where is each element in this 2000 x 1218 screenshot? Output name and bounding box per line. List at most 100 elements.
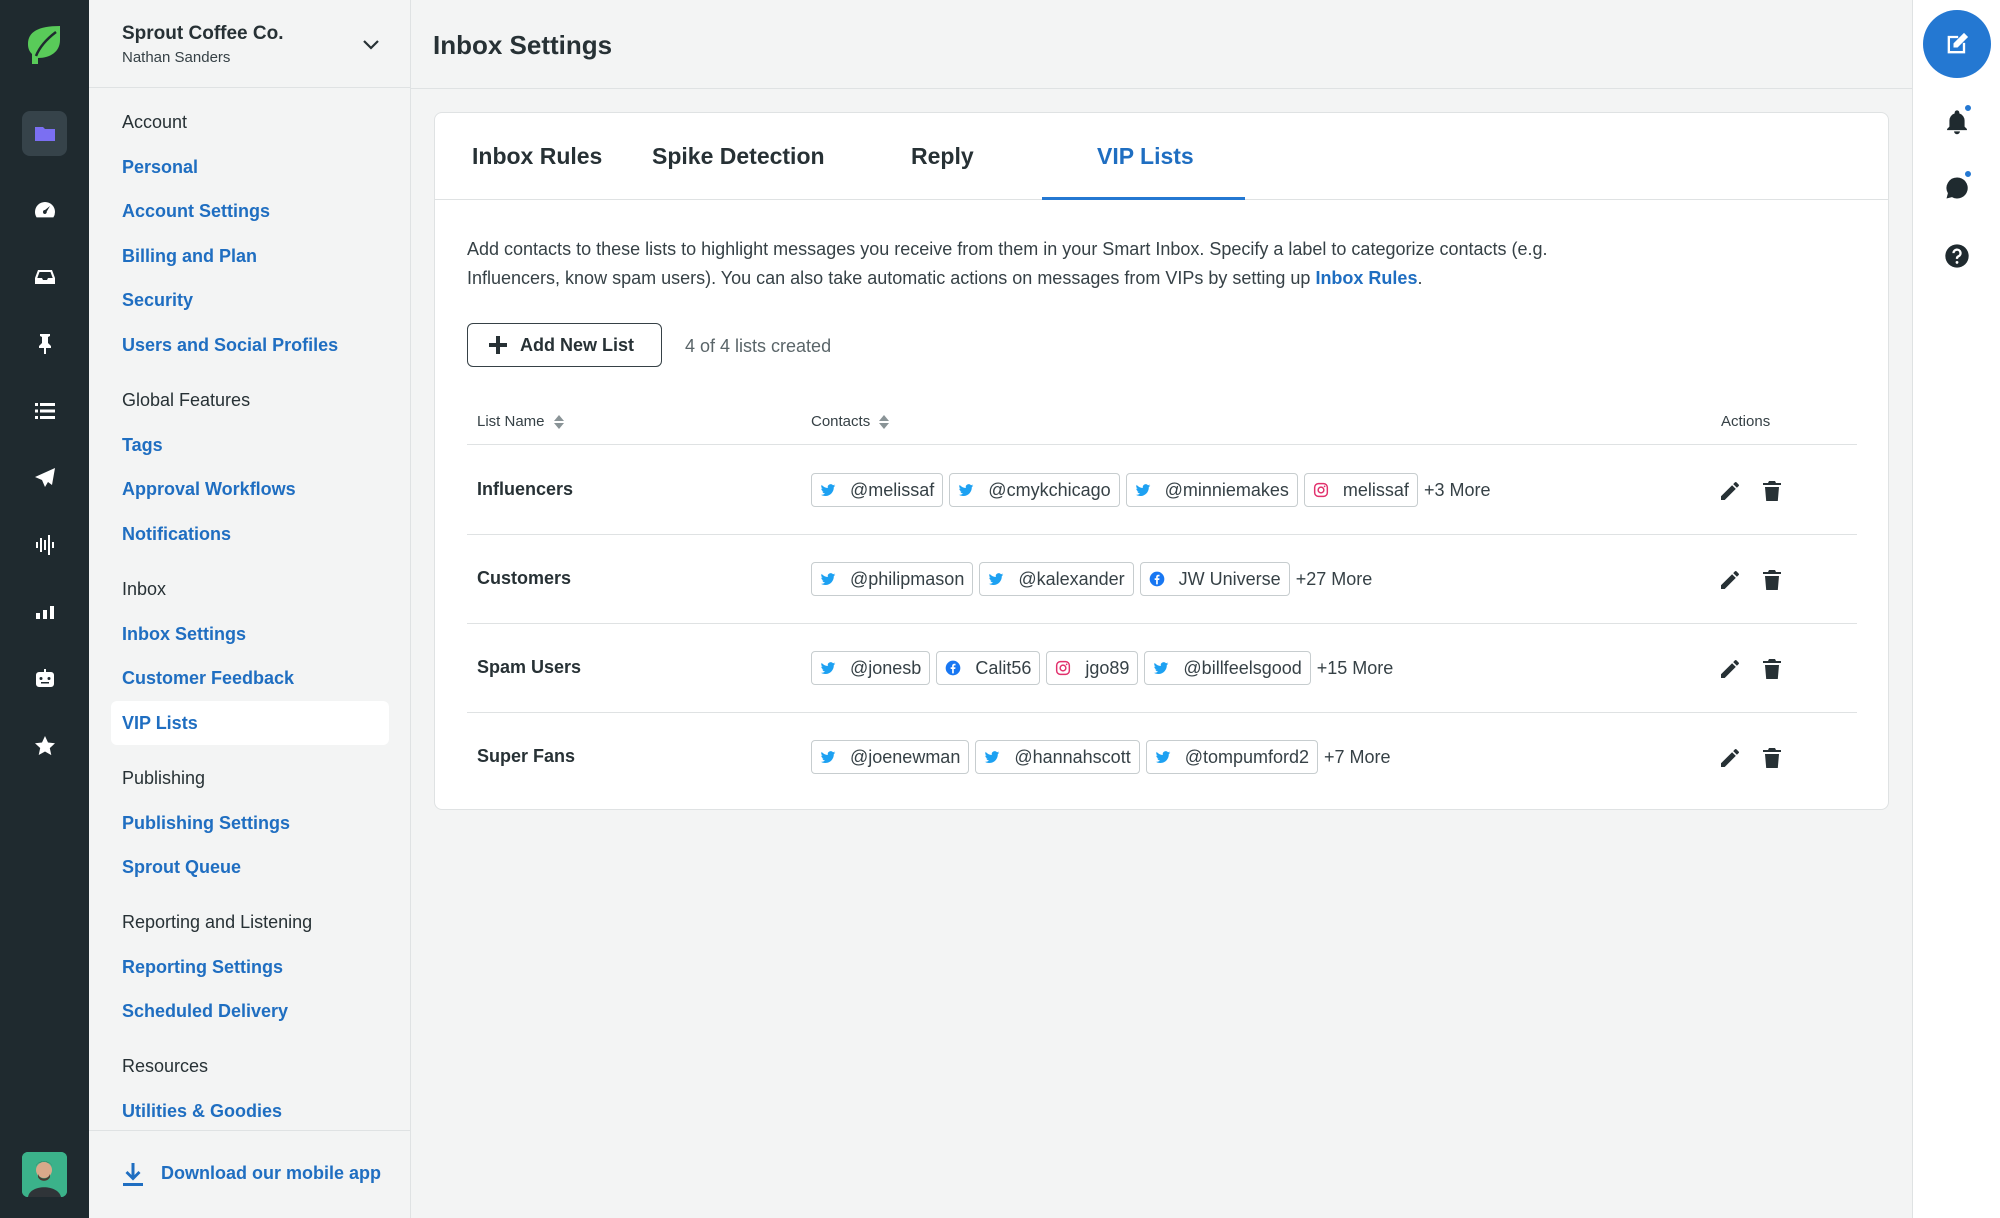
pencil-icon[interactable] [1718, 657, 1742, 681]
contact-chip[interactable]: jgo89 [1046, 651, 1139, 685]
plus-icon [489, 336, 507, 354]
menu-heading-resources: Resources [122, 1056, 209, 1076]
help-icon[interactable] [1943, 242, 1971, 270]
sidebar-item-security[interactable]: Security [122, 290, 193, 311]
more-contacts-link[interactable]: +3 More [1424, 480, 1491, 501]
contact-chip[interactable]: @billfeelsgood [1144, 651, 1311, 685]
compose-icon [1947, 32, 1969, 54]
contact-chip[interactable]: Calit56 [936, 651, 1041, 685]
table-row: Super Fans @joenewman @hannahscott @tompum… [467, 713, 1857, 802]
sidebar-item-notifications[interactable]: Notifications [122, 524, 231, 545]
contact-handle: @hannahscott [1014, 746, 1131, 767]
instagram-icon [1313, 482, 1328, 498]
pencil-icon[interactable] [1718, 746, 1742, 770]
menu-heading-global-features: Global Features [122, 390, 251, 410]
gauge-icon[interactable] [22, 187, 67, 232]
contact-chip[interactable]: @melissaf [811, 473, 944, 507]
tab-vip-lists[interactable]: VIP Lists [1097, 143, 1194, 170]
column-header-list-name[interactable]: List Name [477, 413, 565, 430]
sidebar-item-sprout-queue[interactable]: Sprout Queue [122, 857, 241, 878]
inbox-icon[interactable] [22, 254, 67, 299]
contact-chip[interactable]: @tompumford2 [1145, 740, 1319, 774]
sidebar-item-reporting-settings[interactable]: Reporting Settings [122, 957, 283, 978]
add-new-list-label: Add New List [520, 334, 635, 355]
tab-reply[interactable]: Reply [911, 143, 974, 170]
trash-icon[interactable] [1760, 746, 1784, 770]
inbox-rules-link[interactable]: Inbox Rules [1315, 268, 1417, 288]
contact-chip[interactable]: @minniemakes [1125, 473, 1298, 507]
tab-spike-detection[interactable]: Spike Detection [652, 143, 825, 170]
contact-chip[interactable]: JW Universe [1139, 562, 1290, 596]
sidebar-item-approval-workflows[interactable]: Approval Workflows [122, 479, 296, 500]
list-icon[interactable] [22, 388, 67, 433]
folder-icon[interactable] [22, 111, 67, 156]
tab-inbox-rules[interactable]: Inbox Rules [472, 143, 602, 170]
contact-handle: melissaf [1342, 479, 1409, 500]
contact-handle: @billfeelsgood [1183, 657, 1302, 678]
list-count: 4 of 4 lists created [685, 336, 832, 356]
contact-chip[interactable]: @joenewman [811, 740, 970, 774]
contact-handle: JW Universe [1178, 568, 1281, 589]
avatar[interactable] [22, 1152, 67, 1197]
contact-chip[interactable]: @hannahscott [975, 740, 1140, 774]
notification-dot [1963, 103, 1973, 113]
twitter-icon [820, 751, 836, 764]
twitter-icon [1135, 484, 1150, 497]
sidebar-item-tags[interactable]: Tags [122, 435, 163, 456]
contact-handle: @kalexander [1018, 568, 1125, 589]
sidebar-item-personal[interactable]: Personal [122, 157, 198, 178]
sidebar-item-customer-feedback[interactable]: Customer Feedback [122, 668, 294, 689]
sidebar-item-scheduled-delivery[interactable]: Scheduled Delivery [122, 1001, 288, 1022]
list-name: Spam Users [477, 657, 582, 677]
page-header: Inbox Settings [411, 0, 1912, 89]
sidebar-item-inbox-settings[interactable]: Inbox Settings [122, 624, 246, 645]
menu-heading-inbox: Inbox [122, 579, 167, 599]
feedback-dot [1963, 169, 1973, 179]
column-header-contacts[interactable]: Contacts [811, 413, 890, 430]
pencil-icon[interactable] [1718, 479, 1742, 503]
column-header-actions: Actions [1721, 413, 1770, 430]
user-photo-icon [22, 1152, 67, 1197]
sidebar-item-billing-and-plan[interactable]: Billing and Plan [122, 246, 257, 267]
column-label-list-name: List Name [477, 413, 545, 430]
more-contacts-link[interactable]: +7 More [1324, 747, 1391, 768]
twitter-icon [1154, 662, 1169, 675]
contact-chip[interactable]: @jonesb [811, 651, 931, 685]
compose-button[interactable] [1923, 10, 1991, 78]
list-name: Customers [477, 568, 572, 588]
contact-chip[interactable]: melissaf [1303, 473, 1418, 507]
contact-chip[interactable]: @philipmason [811, 562, 974, 596]
contact-chip[interactable]: @kalexander [979, 562, 1134, 596]
table-row: Customers @philipmason @kalexander JW Univ… [467, 535, 1857, 624]
trash-icon[interactable] [1760, 657, 1784, 681]
add-new-list-button[interactable]: Add New List [467, 323, 662, 367]
contact-handle: @jonesb [850, 657, 922, 678]
star-icon[interactable] [22, 723, 67, 768]
org-switcher[interactable]: Sprout Coffee Co. Nathan Sanders [89, 0, 410, 88]
bot-icon[interactable] [22, 656, 67, 701]
pencil-icon[interactable] [1718, 568, 1742, 592]
sidebar-item-utilities-and-goodies[interactable]: Utilities & Goodies [122, 1101, 282, 1122]
sort-icon [879, 414, 890, 429]
sidebar-item-vip-lists[interactable]: VIP Lists [122, 713, 198, 734]
bar-chart-icon[interactable] [22, 589, 67, 634]
sidebar-item-publishing-settings[interactable]: Publishing Settings [122, 813, 290, 834]
instagram-icon [1056, 660, 1071, 676]
chevron-down-icon[interactable] [361, 34, 381, 54]
sidebar-item-account-settings[interactable]: Account Settings [122, 201, 270, 222]
twitter-icon [958, 484, 974, 497]
sprout-logo-icon[interactable] [26, 24, 62, 66]
contact-chip[interactable]: @cmykchicago [949, 473, 1120, 507]
facebook-icon [945, 660, 961, 676]
trash-icon[interactable] [1760, 479, 1784, 503]
paper-plane-icon[interactable] [22, 455, 67, 500]
trash-icon[interactable] [1760, 568, 1784, 592]
more-contacts-link[interactable]: +15 More [1317, 658, 1394, 679]
vip-description: Add contacts to these lists to highlight… [467, 235, 1627, 293]
twitter-icon [1155, 751, 1171, 764]
sidebar-item-users-and-social-profiles[interactable]: Users and Social Profiles [122, 335, 338, 356]
waveform-icon[interactable] [22, 522, 67, 567]
more-contacts-link[interactable]: +27 More [1296, 569, 1373, 590]
download-mobile-app[interactable]: Download our mobile app [89, 1130, 410, 1218]
pin-icon[interactable] [22, 321, 67, 366]
